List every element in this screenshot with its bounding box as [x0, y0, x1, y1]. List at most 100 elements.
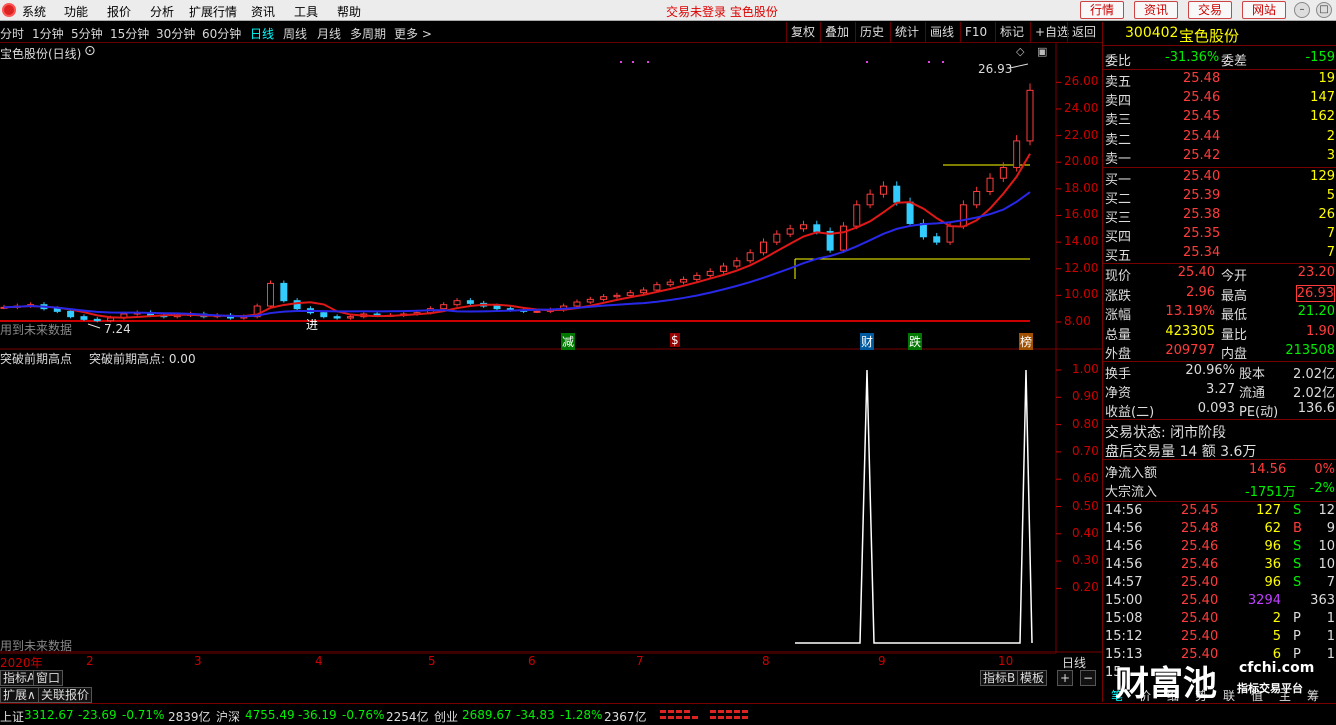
orderbook-price: 25.38	[1183, 207, 1221, 222]
mark-button[interactable]: 标记	[995, 22, 1028, 42]
back-button[interactable]: 返回	[1067, 22, 1100, 42]
tick-price: 25.46	[1181, 539, 1219, 554]
stat-row: 总量 423305 量比 1.90	[1103, 323, 1336, 343]
minimize-icon[interactable]: –	[1294, 2, 1310, 18]
candle-body	[640, 289, 648, 294]
period-tick[interactable]: 分时	[0, 25, 24, 42]
menu-analysis[interactable]: 分析	[150, 3, 174, 20]
y-tick-label: 20.00	[1064, 154, 1099, 169]
menu-bar: 系统 功能 报价 分析 扩展行情 资讯 工具 帮助 交易未登录 宝色股份 行情 …	[0, 0, 1336, 21]
event-list[interactable]: 榜	[1019, 333, 1034, 350]
period-daily[interactable]: 日线	[250, 25, 274, 42]
app-logo-icon	[2, 3, 16, 17]
low-price-label: 7.24	[104, 322, 131, 336]
related-quote-tab[interactable]: 关联报价	[38, 687, 93, 703]
extend-tab[interactable]: 扩展∧	[0, 687, 39, 703]
sub-y-tick-label: 0.40	[1072, 525, 1099, 540]
template-tab[interactable]: 模板	[1017, 670, 1048, 686]
menu-help[interactable]: 帮助	[337, 3, 361, 20]
top-market-button[interactable]: 行情	[1080, 1, 1124, 19]
add-pane-button[interactable]: +	[1057, 670, 1074, 686]
orderbook-volume: 19	[1318, 71, 1335, 86]
tick-volume: 96	[1264, 575, 1281, 590]
after-hours-row: 盘后交易量 14 额 3.6万	[1103, 440, 1336, 460]
index-name[interactable]: 创业	[434, 708, 458, 725]
sub-chart-title: 突破前期高点	[0, 352, 73, 366]
maximize-icon[interactable]: □	[1316, 2, 1332, 18]
stat2-row: 净资 3.27 流通 2.02亿	[1103, 381, 1336, 401]
candle-body	[959, 204, 967, 227]
tick-count: 9	[1326, 521, 1335, 536]
candle-body	[680, 278, 688, 283]
event-dollar[interactable]: $	[670, 333, 680, 347]
top-trade-button[interactable]: 交易	[1188, 1, 1232, 19]
candle-body	[266, 282, 274, 307]
tick-count: 1	[1326, 647, 1335, 662]
chart-area[interactable]: 宝色股份(日线) ⊙ 26.93 7.24 用到未来数据 进 ◇ ▣ 减 $ 财…	[0, 43, 1102, 653]
buy-row: 买二 25.39 5	[1103, 187, 1336, 207]
stat-value: 136.6	[1297, 401, 1335, 416]
period-5min[interactable]: 5分钟	[71, 25, 103, 42]
high-marker-line	[1009, 63, 1029, 69]
window-toggle-icon[interactable]: ▣	[1037, 45, 1047, 58]
event-finance[interactable]: 财	[860, 333, 875, 350]
orderbook-price: 25.45	[1183, 109, 1221, 124]
f10-button[interactable]: F10	[960, 22, 991, 42]
candle-body	[586, 298, 594, 303]
tick-price: 25.40	[1181, 593, 1219, 608]
period-more[interactable]: 更多 >	[394, 25, 432, 42]
remove-pane-button[interactable]: −	[1080, 670, 1097, 686]
period-weekly[interactable]: 周线	[283, 25, 307, 42]
x-period-label[interactable]: 日线	[1062, 654, 1086, 671]
chart-settings-icon[interactable]: ⊙	[84, 43, 96, 59]
draw-button[interactable]: 画线	[925, 22, 958, 42]
candle-body	[67, 310, 75, 318]
top-news-button[interactable]: 资讯	[1134, 1, 1178, 19]
menu-tools[interactable]: 工具	[294, 3, 318, 20]
stat-label: 换手	[1105, 367, 1132, 382]
period-15min[interactable]: 15分钟	[110, 25, 149, 42]
fq-button[interactable]: 复权	[786, 22, 819, 42]
index-name[interactable]: 上证	[0, 708, 24, 725]
stat-value: 25.40	[1177, 265, 1215, 280]
weibi-value: -31.36%	[1165, 50, 1220, 65]
period-multi[interactable]: 多周期	[350, 25, 386, 42]
stock-name: 宝色股份	[1179, 27, 1240, 45]
event-reduce[interactable]: 减	[561, 333, 576, 350]
candle-body	[466, 300, 474, 304]
period-30min[interactable]: 30分钟	[156, 25, 195, 42]
index-name[interactable]: 沪深	[216, 708, 240, 725]
menu-system[interactable]: 系统	[22, 3, 46, 20]
market-heat-icon	[660, 710, 748, 719]
menu-ext-market[interactable]: 扩展行情	[189, 3, 237, 20]
menu-quote[interactable]: 报价	[107, 3, 131, 20]
stat-value: 2.96	[1186, 284, 1215, 300]
menu-news[interactable]: 资讯	[251, 3, 275, 20]
orderbook-label: 卖三	[1105, 113, 1132, 128]
tick-price: 25.45	[1181, 503, 1219, 518]
period-1min[interactable]: 1分钟	[32, 25, 64, 42]
tick-volume: 3294	[1247, 593, 1281, 608]
kline-chart[interactable]	[0, 43, 1102, 653]
stat2-row: 收益(二) 0.093 PE(动) 136.6	[1103, 400, 1336, 420]
orderbook-volume: 26	[1318, 207, 1335, 222]
event-drop[interactable]: 跌	[908, 333, 923, 350]
menu-function[interactable]: 功能	[64, 3, 88, 20]
window-tab[interactable]: 窗口	[33, 670, 64, 686]
candle-body	[280, 282, 288, 302]
candle-body	[799, 224, 807, 230]
overlay-button[interactable]: 叠加	[820, 22, 853, 42]
indicator-b-tab[interactable]: 指标B	[980, 670, 1019, 686]
candle-body	[720, 265, 728, 272]
orderbook-price: 25.42	[1183, 148, 1221, 163]
stats-button[interactable]: 统计	[890, 22, 923, 42]
index-value: 2689.67	[462, 708, 512, 722]
stat-value: 1.90	[1306, 323, 1335, 339]
period-60min[interactable]: 60分钟	[202, 25, 241, 42]
period-monthly[interactable]: 月线	[317, 25, 341, 42]
top-website-button[interactable]: 网站	[1242, 1, 1286, 19]
diamond-icon[interactable]: ◇	[1016, 45, 1024, 58]
history-button[interactable]: 历史	[855, 22, 888, 42]
index-pct: -0.71%	[122, 708, 165, 722]
y-tick-label: 22.00	[1064, 127, 1099, 142]
